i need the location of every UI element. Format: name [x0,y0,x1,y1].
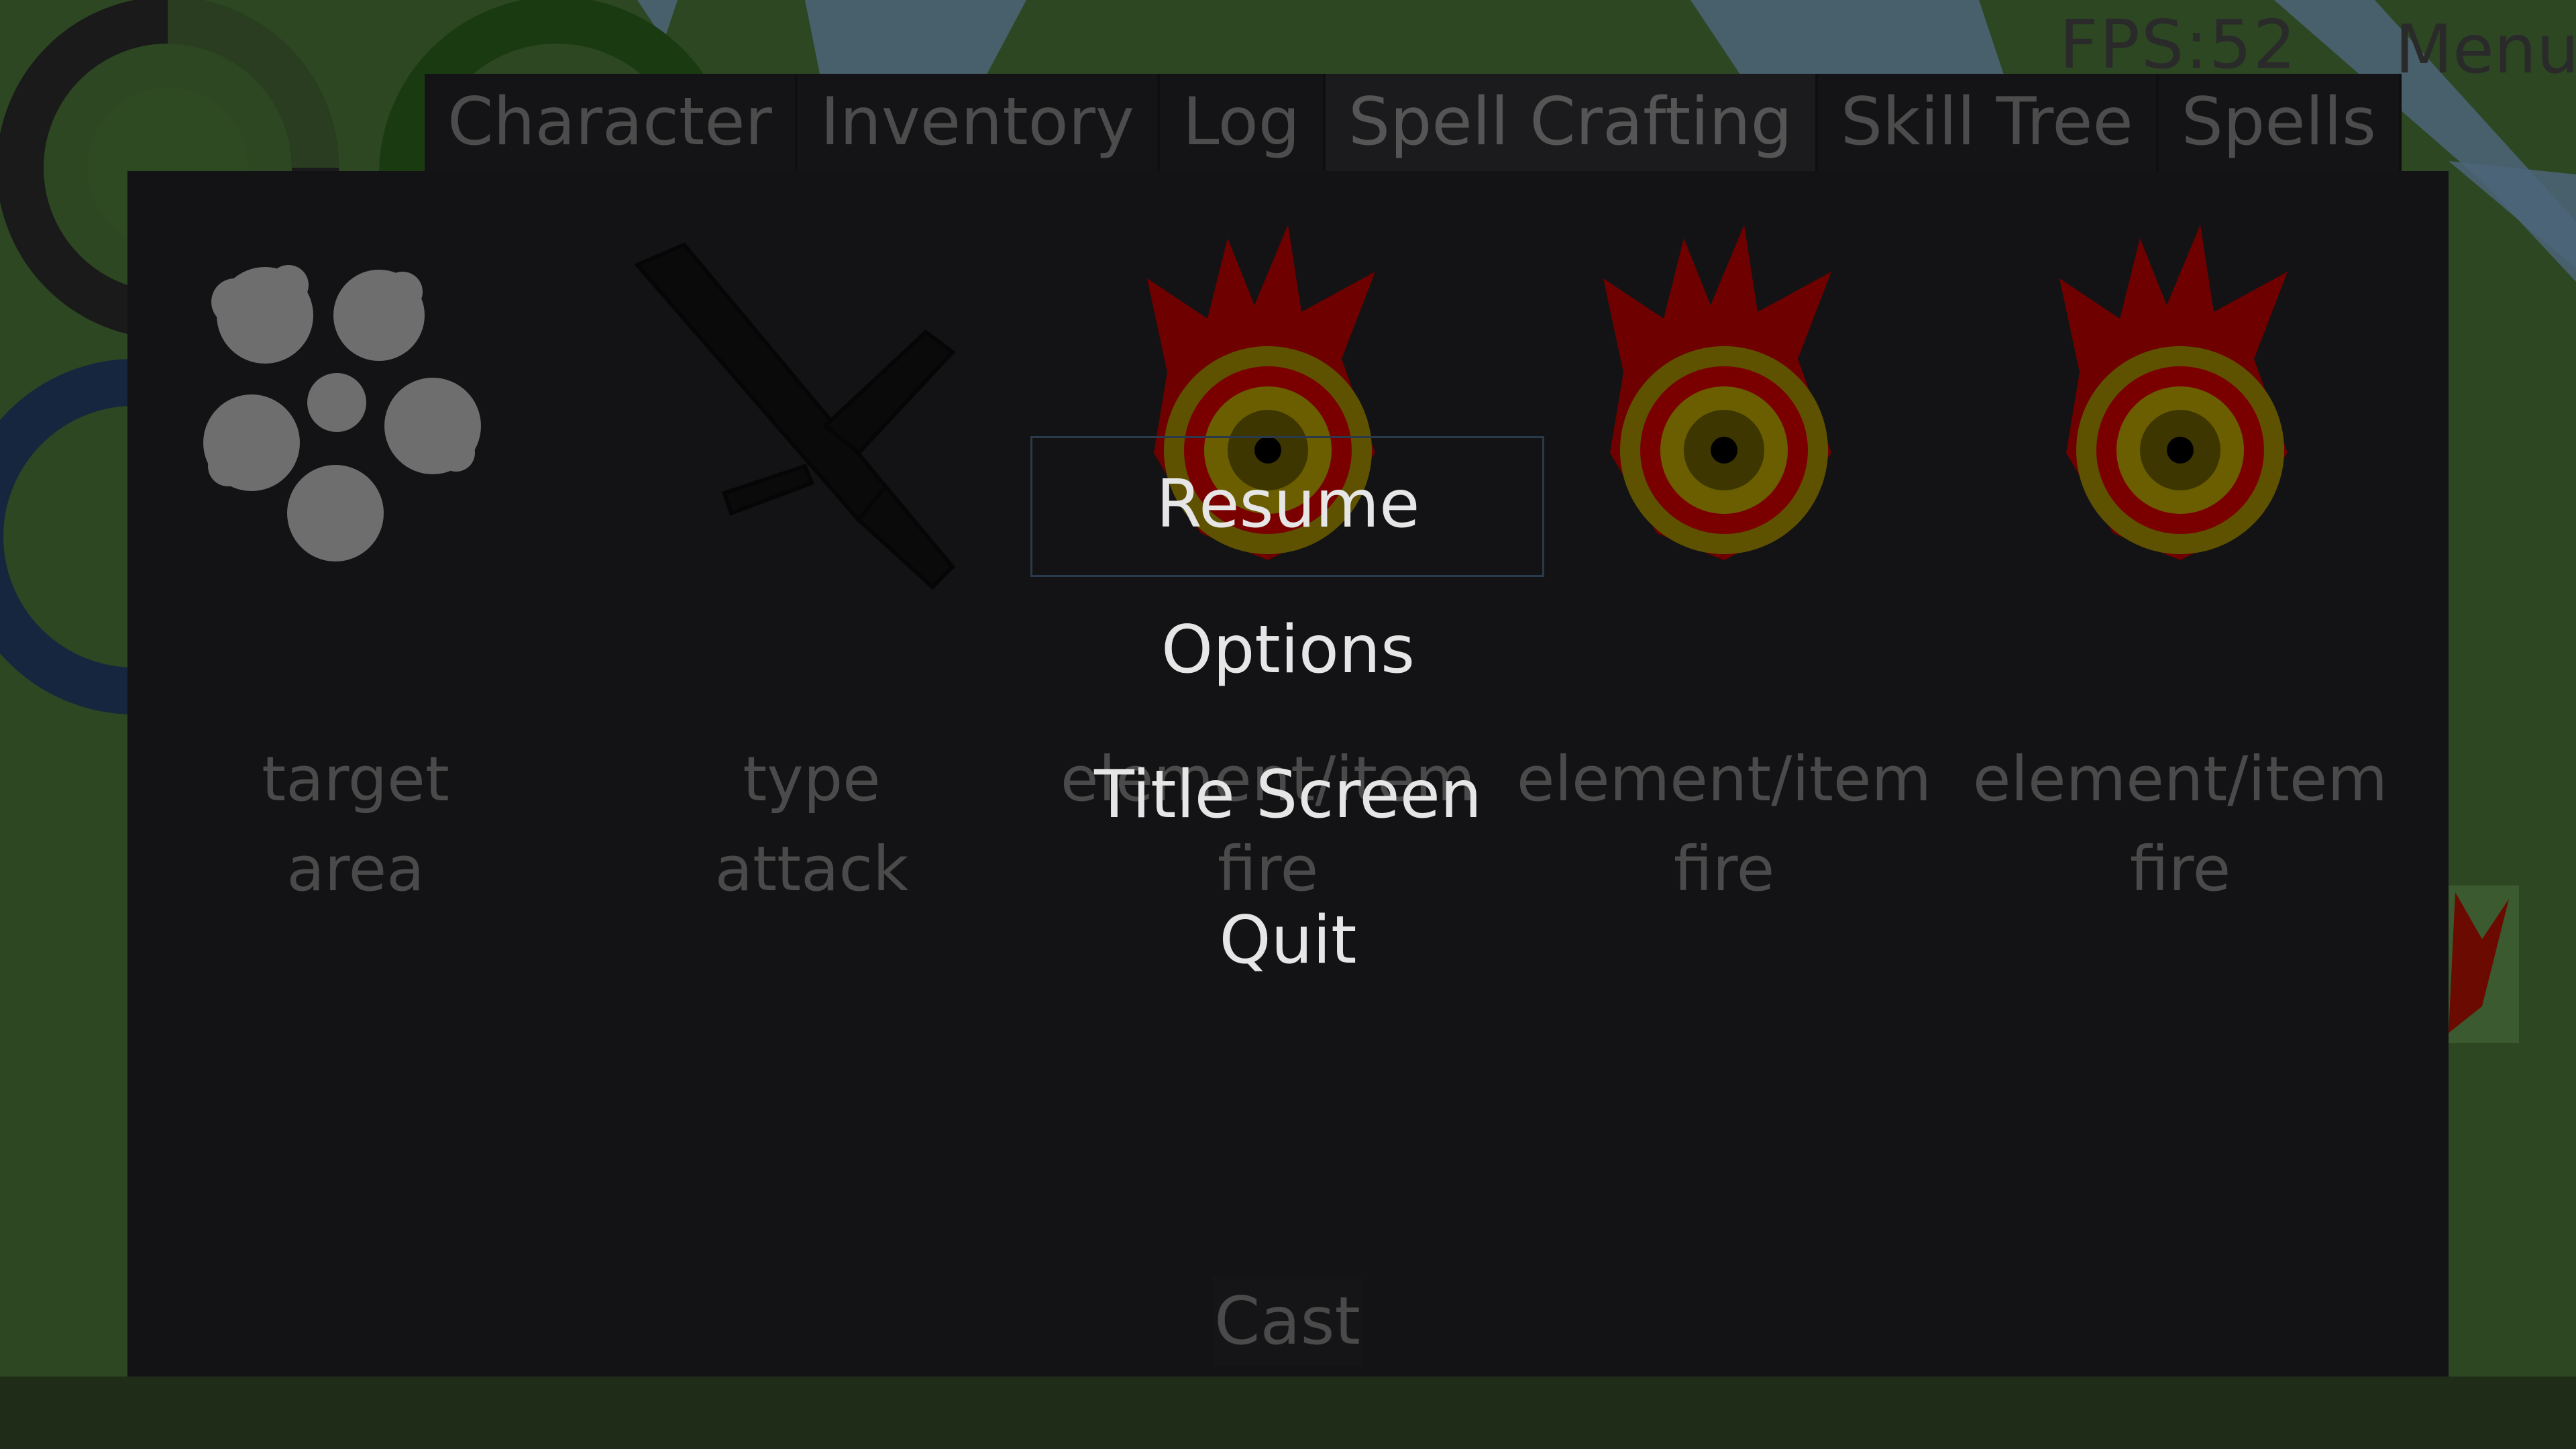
title-screen-button[interactable]: Title Screen [0,757,2576,833]
options-button[interactable]: Options [0,612,2576,688]
quit-button[interactable]: Quit [0,902,2576,979]
pause-menu: Resume Options Title Screen Quit [0,0,2576,1449]
resume-button[interactable]: Resume [0,466,2576,543]
